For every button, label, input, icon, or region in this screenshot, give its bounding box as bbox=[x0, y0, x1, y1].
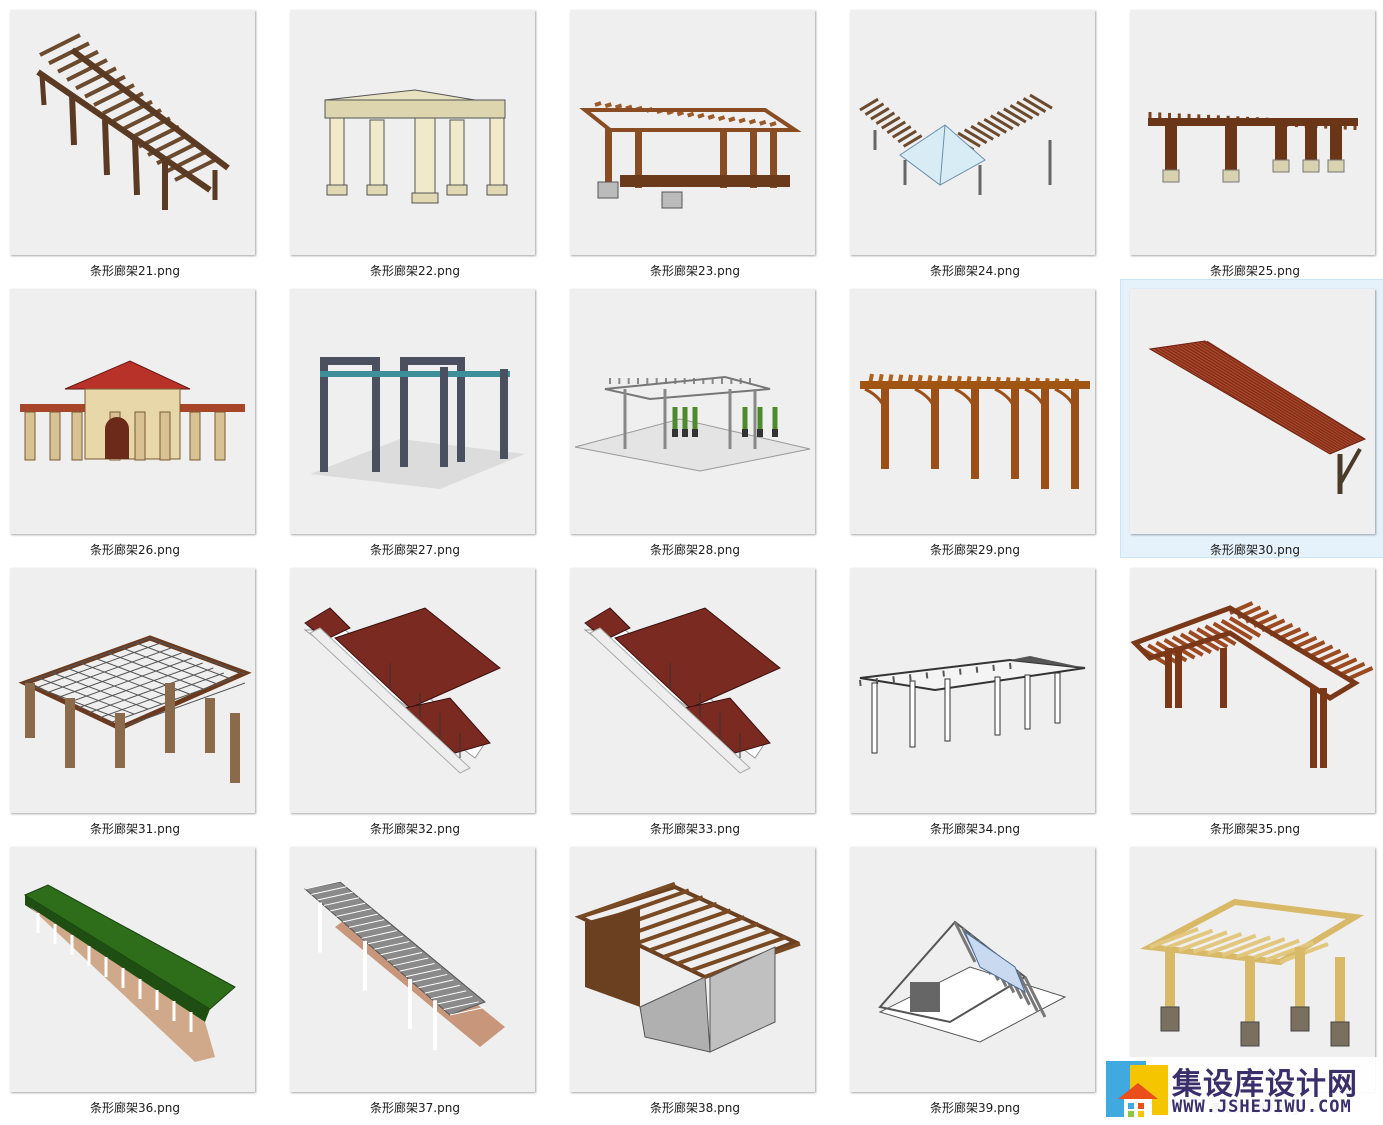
file-thumbnail[interactable] bbox=[570, 10, 815, 255]
file-item[interactable]: 条形廊架25.png bbox=[1120, 0, 1383, 279]
white-pergola-plaza-image bbox=[574, 375, 811, 472]
file-item[interactable]: 条形廊架36.png bbox=[0, 837, 280, 1116]
file-thumbnail[interactable] bbox=[290, 10, 535, 255]
file-name[interactable]: 条形廊架37.png bbox=[280, 1099, 550, 1116]
grey-lattice-pergola-image bbox=[303, 880, 505, 1051]
file-thumbnail[interactable] bbox=[290, 847, 535, 1092]
file-item[interactable]: 条形廊架24.png bbox=[840, 0, 1120, 279]
file-item[interactable]: 条形廊架39.png bbox=[840, 837, 1120, 1116]
grid-pergola-columns-image bbox=[18, 635, 252, 783]
file-item[interactable]: 条形廊架31.png bbox=[0, 558, 280, 837]
file-thumbnail[interactable] bbox=[570, 568, 815, 813]
file-name[interactable]: 条形廊架34.png bbox=[840, 820, 1110, 837]
file-item[interactable]: 条形廊架23.png bbox=[560, 0, 840, 279]
steel-frame-pergola-image bbox=[310, 357, 525, 489]
file-thumbnail[interactable] bbox=[850, 289, 1095, 534]
file-name[interactable]: 条形廊架30.png bbox=[1120, 541, 1383, 558]
file-thumbnail[interactable] bbox=[10, 10, 255, 255]
file-item[interactable]: 条形廊架34.png bbox=[840, 558, 1120, 837]
brand-url: WWW.JSHEJIWU.COM bbox=[1172, 1097, 1352, 1117]
file-thumbnail[interactable] bbox=[570, 847, 815, 1092]
file-thumbnail[interactable] bbox=[290, 568, 535, 813]
file-name[interactable]: 条形廊架39.png bbox=[840, 1099, 1110, 1116]
file-thumbnail[interactable] bbox=[10, 568, 255, 813]
orange-wood-pergola-arched-image bbox=[860, 373, 1090, 489]
file-thumbnail[interactable] bbox=[850, 10, 1095, 255]
timber-enclosure-image bbox=[574, 881, 801, 1053]
file-name[interactable]: 条形廊架25.png bbox=[1120, 262, 1383, 279]
wood-pergola-benches-image bbox=[579, 101, 802, 209]
file-grid: 条形廊架21.png 条形廊架22.png 条形廊架23.png 条形廊架24.… bbox=[0, 0, 1383, 1125]
file-thumbnail[interactable] bbox=[850, 568, 1095, 813]
red-roof-corridor-image bbox=[303, 607, 501, 774]
wood-pergola-long-image bbox=[36, 33, 230, 210]
file-thumbnail[interactable] bbox=[570, 289, 815, 534]
file-item[interactable]: 条形廊架33.png bbox=[560, 558, 840, 837]
a-frame-timber-house-image bbox=[878, 920, 1067, 1043]
file-item[interactable]: 条形廊架27.png bbox=[280, 279, 560, 558]
file-item[interactable]: 条形廊架22.png bbox=[280, 0, 560, 279]
file-item[interactable]: 条形廊架29.png bbox=[840, 279, 1120, 558]
file-thumbnail[interactable] bbox=[1130, 568, 1375, 813]
file-name[interactable]: 条形廊架33.png bbox=[560, 820, 830, 837]
file-name[interactable]: 条形廊架32.png bbox=[280, 820, 550, 837]
file-item[interactable]: 条形廊架37.png bbox=[280, 837, 560, 1116]
house-logo-icon bbox=[1106, 1061, 1168, 1117]
brand-watermark: 集设库设计网 WWW.JSHEJIWU.COM bbox=[1102, 1057, 1383, 1125]
file-name[interactable]: 条形廊架35.png bbox=[1120, 820, 1383, 837]
file-thumbnail[interactable] bbox=[1130, 847, 1375, 1092]
red-roof-corridor-image bbox=[583, 607, 781, 774]
file-name[interactable]: 条形廊架38.png bbox=[560, 1099, 830, 1116]
white-frame-shelter-image bbox=[859, 656, 1086, 754]
file-name[interactable]: 条形廊架29.png bbox=[840, 541, 1110, 558]
file-item[interactable]: 条形廊架26.png bbox=[0, 279, 280, 558]
roofed-pavilion-arcade-image bbox=[20, 360, 245, 461]
l-shaped-wood-pergola-image bbox=[1130, 601, 1374, 768]
file-name[interactable]: 条形廊架26.png bbox=[0, 541, 270, 558]
file-name[interactable]: 条形廊架28.png bbox=[560, 541, 830, 558]
file-thumbnail[interactable] bbox=[1130, 289, 1375, 534]
file-name[interactable]: 条形廊架27.png bbox=[280, 541, 550, 558]
file-name[interactable]: 条形廊架22.png bbox=[280, 262, 550, 279]
file-item[interactable]: 条形廊架21.png bbox=[0, 0, 280, 279]
file-name[interactable]: 条形廊架31.png bbox=[0, 820, 270, 837]
file-name[interactable]: 条形廊架23.png bbox=[560, 262, 830, 279]
file-thumbnail[interactable] bbox=[850, 847, 1095, 1092]
file-item[interactable]: 条形廊架32.png bbox=[280, 558, 560, 837]
wood-pergola-pillars-image bbox=[1148, 112, 1358, 183]
file-name[interactable]: 条形廊架36.png bbox=[0, 1099, 270, 1116]
file-thumbnail[interactable] bbox=[1130, 10, 1375, 255]
file-item[interactable]: 条形廊架28.png bbox=[560, 279, 840, 558]
file-item[interactable]: 条形廊架30.png bbox=[1120, 279, 1383, 558]
green-roof-long-corridor-image bbox=[23, 884, 236, 1062]
zigzag-pergola-glass-pavilion-image bbox=[859, 93, 1053, 195]
file-item[interactable]: 条形廊架35.png bbox=[1120, 558, 1383, 837]
file-name[interactable]: 条形廊架21.png bbox=[0, 262, 270, 279]
stone-colonnade-image bbox=[324, 89, 508, 204]
file-name[interactable]: 条形廊架24.png bbox=[840, 262, 1110, 279]
file-thumbnail[interactable] bbox=[290, 289, 535, 534]
tiled-roof-cantilever-image bbox=[1148, 340, 1367, 494]
file-item[interactable]: 条形廊架38.png bbox=[560, 837, 840, 1116]
file-thumbnail[interactable] bbox=[10, 847, 255, 1092]
log-pavilion-stone-bases-image bbox=[1140, 898, 1364, 1047]
file-thumbnail[interactable] bbox=[10, 289, 255, 534]
